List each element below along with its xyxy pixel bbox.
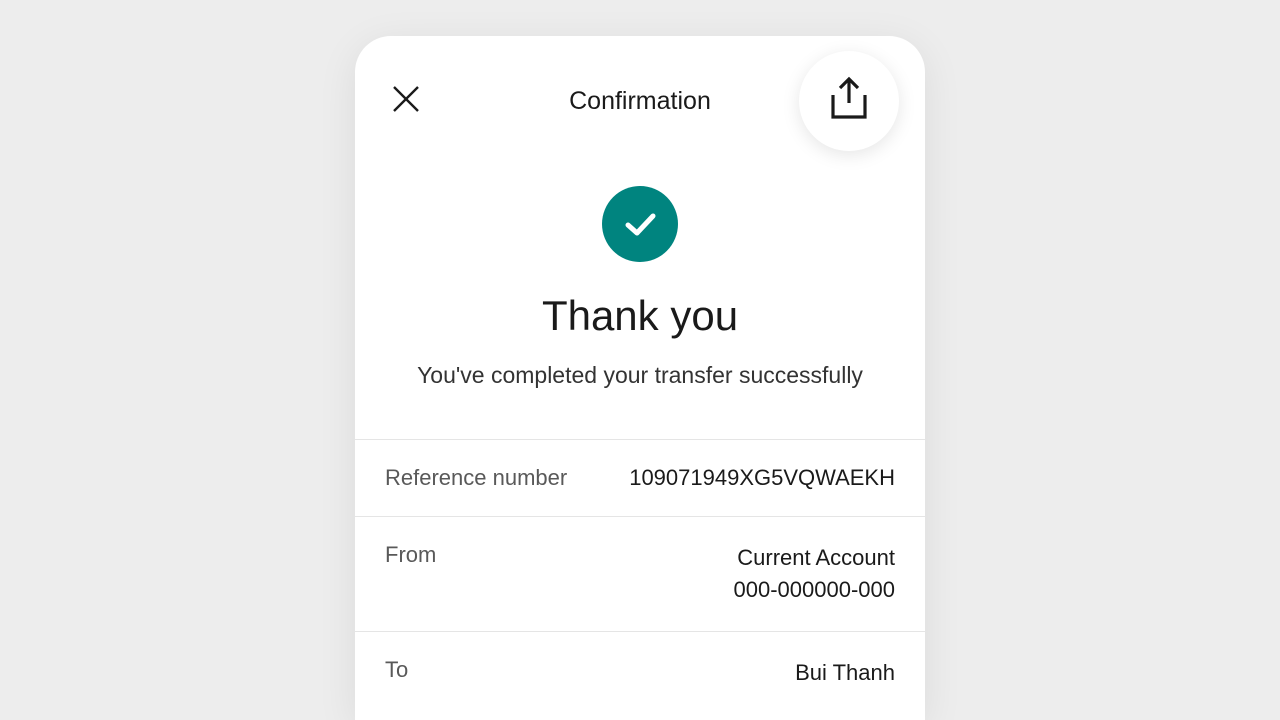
success-check-icon <box>602 186 678 262</box>
detail-row-from: From Current Account 000-000000-000 <box>355 517 925 632</box>
confirmation-card: Confirmation Thank you You've completed … <box>355 36 925 720</box>
detail-label: To <box>385 657 408 683</box>
from-account-number: 000-000000-000 <box>734 574 895 606</box>
detail-row-to: To Bui Thanh <box>355 632 925 714</box>
thank-you-title: Thank you <box>385 292 895 340</box>
page-title: Confirmation <box>569 87 711 116</box>
detail-label: From <box>385 542 436 568</box>
detail-row-reference: Reference number 109071949XG5VQWAEKH <box>355 440 925 517</box>
share-button[interactable] <box>799 51 899 151</box>
success-section: Thank you You've completed your transfer… <box>355 166 925 439</box>
detail-label: Reference number <box>385 465 567 491</box>
from-account-name: Current Account <box>734 542 895 574</box>
share-icon <box>823 73 875 130</box>
detail-value: 109071949XG5VQWAEKH <box>629 465 895 491</box>
success-subtitle: You've completed your transfer successfu… <box>385 362 895 389</box>
close-button[interactable] <box>389 84 423 118</box>
header: Confirmation <box>355 36 925 166</box>
details-list: Reference number 109071949XG5VQWAEKH Fro… <box>355 439 925 714</box>
to-recipient-name: Bui Thanh <box>795 657 895 689</box>
detail-value: Bui Thanh <box>795 657 895 689</box>
detail-value: Current Account 000-000000-000 <box>734 542 895 606</box>
close-icon <box>391 84 421 119</box>
